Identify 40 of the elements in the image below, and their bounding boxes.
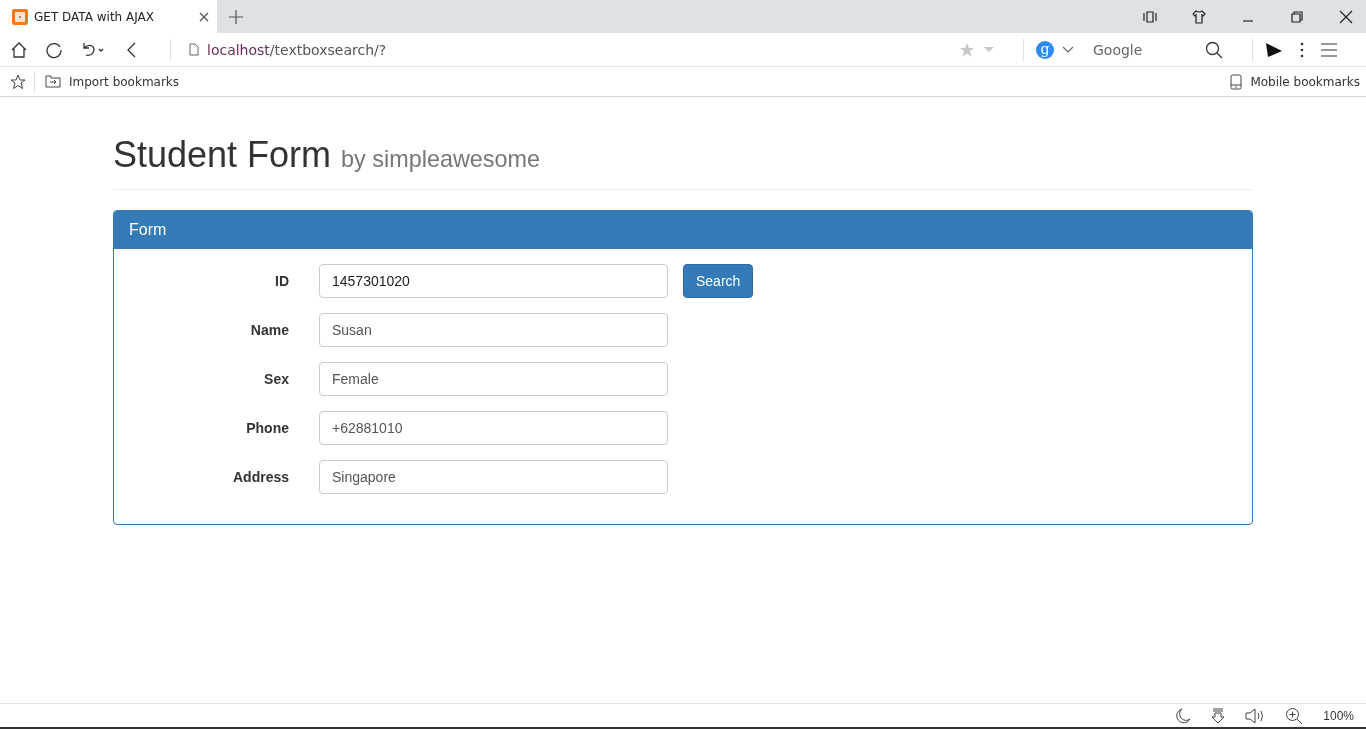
reload-icon[interactable] — [45, 40, 63, 59]
plus-icon[interactable] — [229, 9, 243, 24]
more-icon[interactable] — [1300, 41, 1304, 58]
star-icon[interactable] — [959, 41, 975, 58]
speaker-icon[interactable] — [1245, 707, 1266, 724]
phone-icon — [1230, 73, 1243, 90]
page-subtitle: by simpleawesome — [341, 146, 540, 172]
field-label: ID — [274, 272, 289, 289]
address-bar[interactable]: localhost/textboxsearch/? — [207, 41, 387, 58]
menu-icon[interactable] — [1321, 42, 1337, 57]
panel-icon[interactable] — [1143, 9, 1157, 24]
home-icon[interactable] — [10, 40, 28, 59]
search-button[interactable]: Search — [683, 263, 754, 298]
undo-icon[interactable] — [80, 40, 106, 59]
chevron-down-icon[interactable] — [1062, 45, 1074, 54]
close-icon[interactable] — [1339, 9, 1353, 24]
page-icon — [189, 43, 199, 56]
search-icon[interactable] — [1205, 40, 1223, 59]
field-label: Name — [249, 321, 289, 338]
field-label: Phone — [245, 419, 289, 436]
download-icon[interactable] — [1211, 707, 1226, 724]
zoom-level[interactable]: 100% — [1323, 708, 1354, 723]
field-label: Sex — [263, 370, 289, 387]
field-label: Address — [231, 468, 289, 485]
star-icon[interactable] — [10, 73, 26, 90]
restore-icon[interactable] — [1290, 9, 1304, 24]
moon-icon[interactable] — [1175, 707, 1192, 724]
zoom-in-icon[interactable] — [1285, 706, 1304, 725]
import-bookmarks-link[interactable]: Import bookmarks — [45, 74, 180, 89]
text-field[interactable]: 1457301020 — [319, 263, 668, 298]
tab-title: GET DATA with AJAX — [34, 9, 155, 24]
browser-tab[interactable]: GET DATA with AJAX — [0, 0, 217, 33]
shirt-icon[interactable] — [1192, 9, 1206, 24]
import-icon — [45, 75, 61, 88]
send-icon[interactable] — [1265, 41, 1283, 58]
app-logo-icon — [12, 8, 28, 25]
panel-heading: Form — [114, 210, 1252, 249]
close-icon[interactable] — [199, 11, 209, 22]
page-title: Student Form — [113, 134, 332, 175]
mobile-bookmarks-link[interactable]: Mobile bookmarks — [1230, 73, 1360, 90]
